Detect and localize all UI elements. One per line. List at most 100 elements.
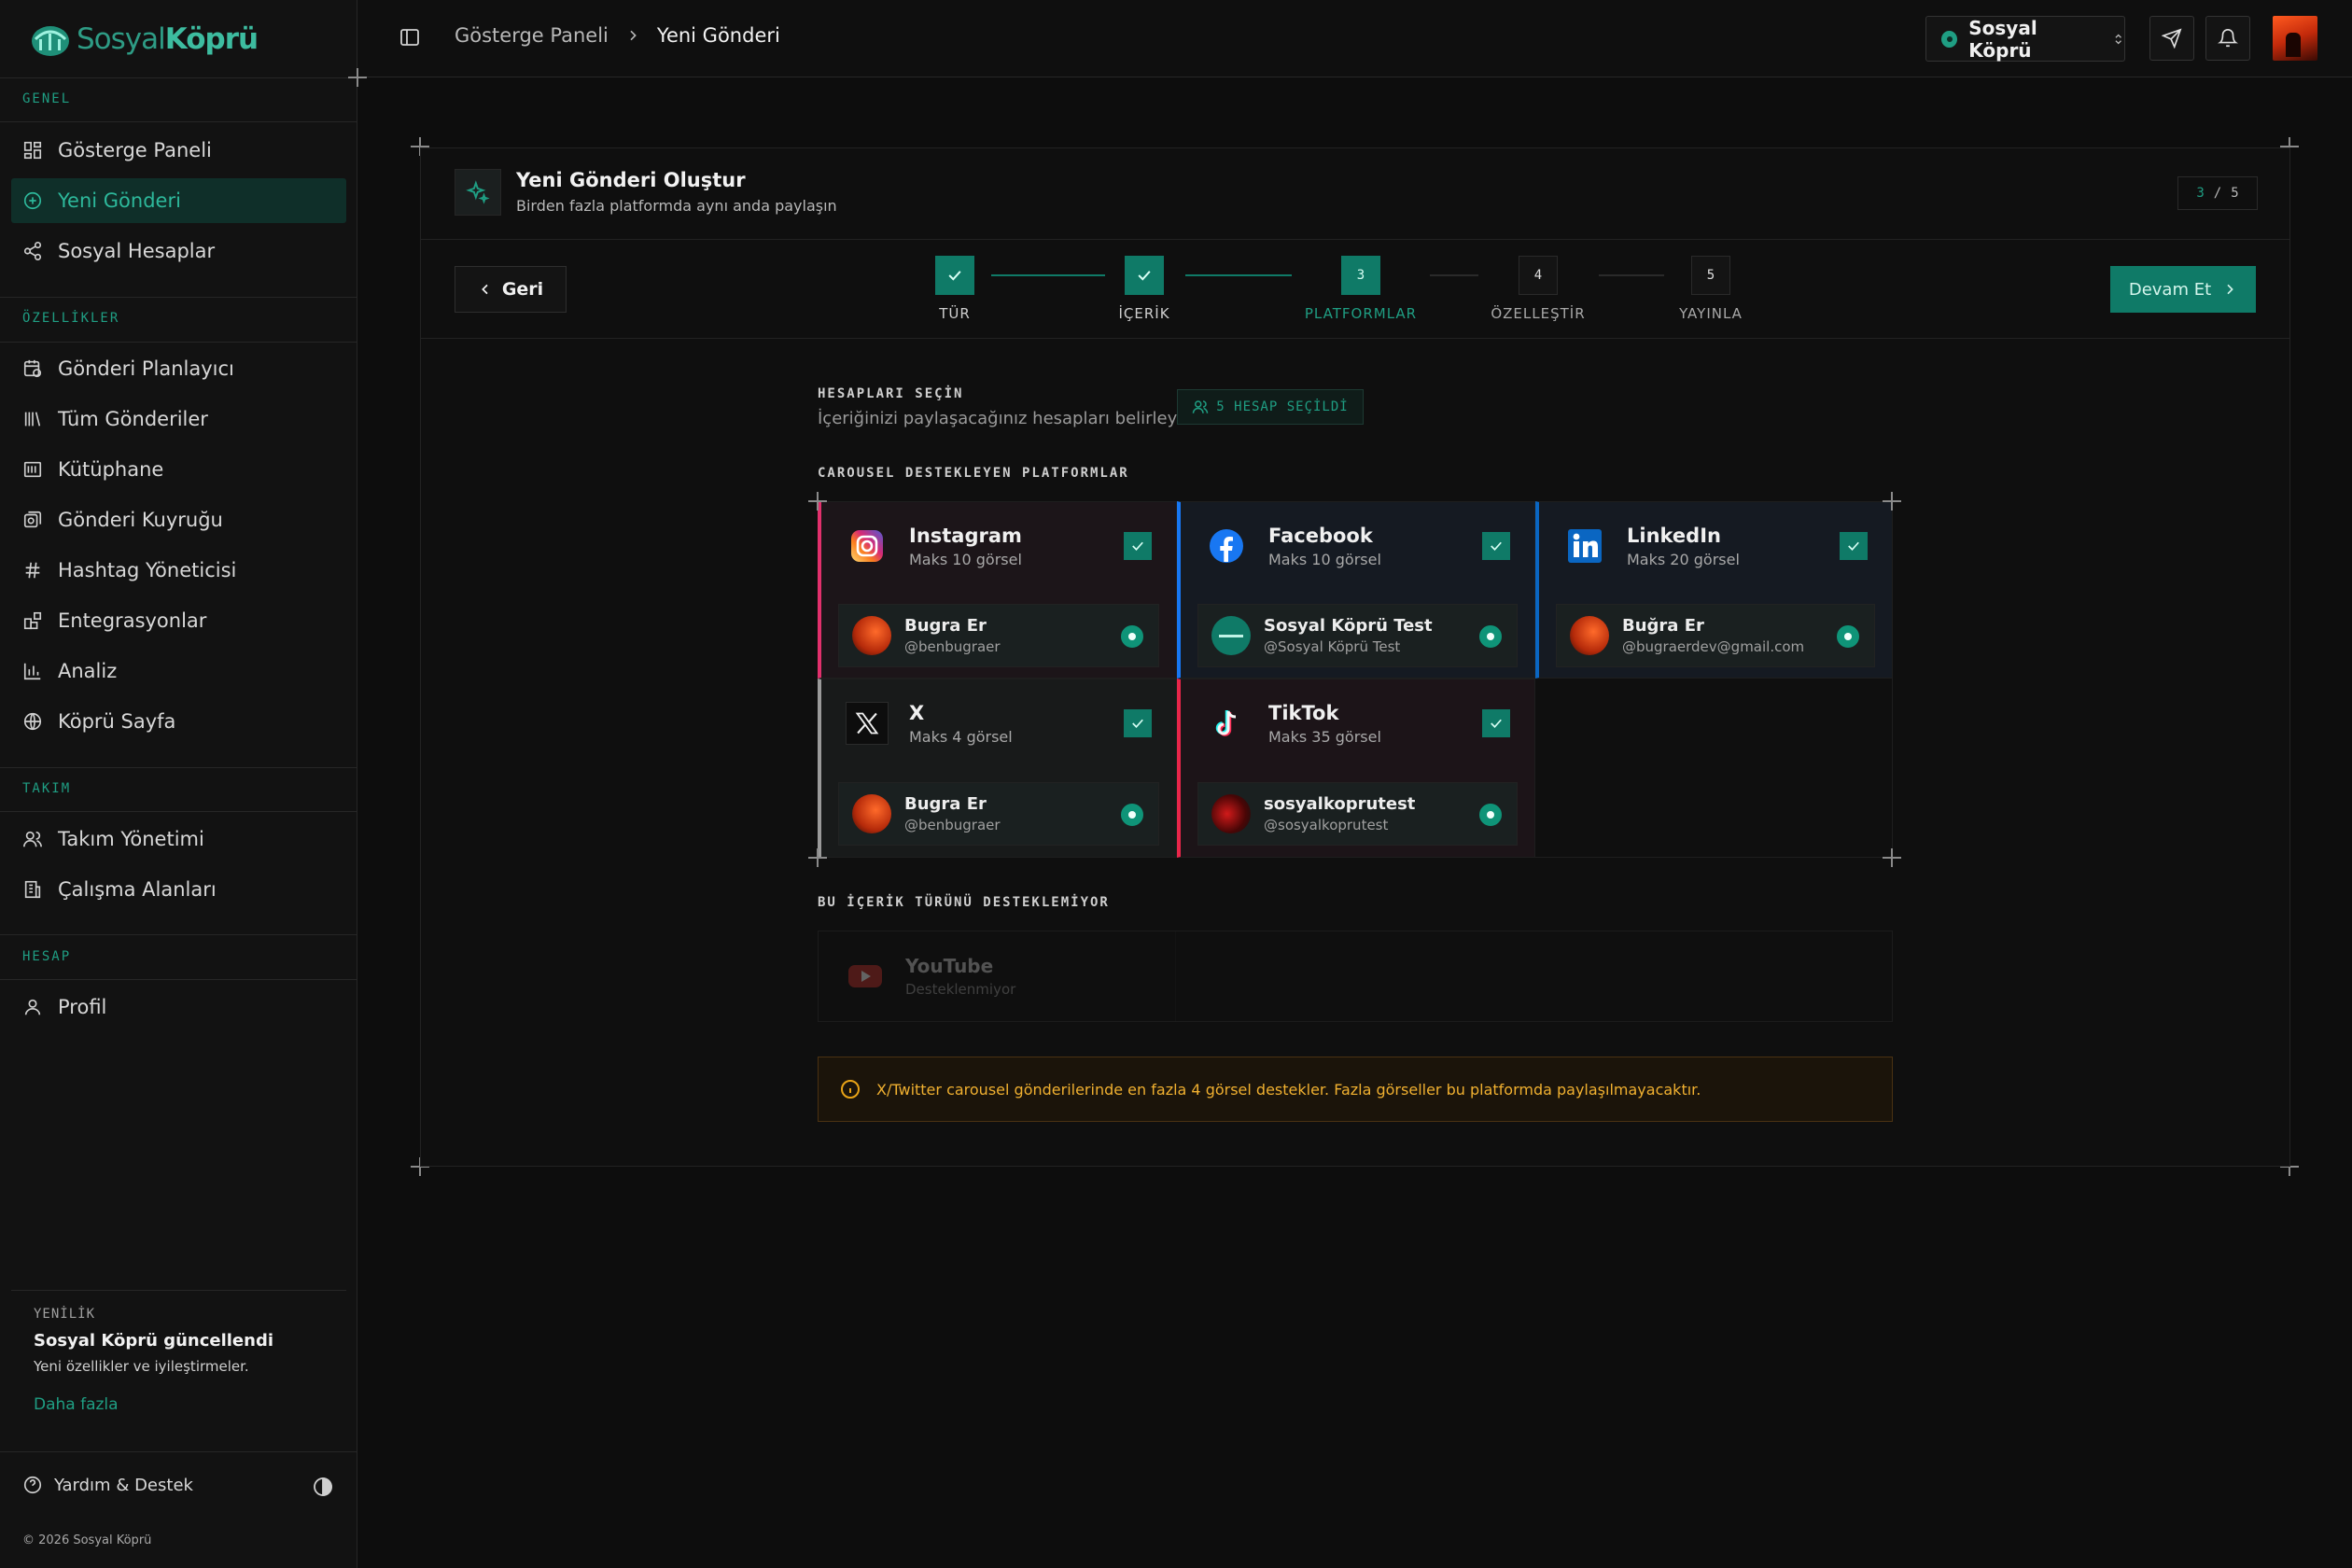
- sidebar-item-label: Profil: [58, 996, 107, 1018]
- user-avatar[interactable]: [2273, 16, 2317, 61]
- unsupported-heading: BU İÇERİK TÜRÜNÜ DESTEKLEMİYOR: [818, 895, 1110, 910]
- workspace-selector[interactable]: Sosyal Köprü: [1925, 16, 2125, 62]
- account-radio[interactable]: [1121, 804, 1143, 826]
- sidebar-item-scheduler[interactable]: Gönderi Planlayıcı: [11, 346, 346, 391]
- sidebar-item-workspaces[interactable]: Çalışma Alanları: [11, 867, 346, 912]
- step-counter: 3 / 5: [2177, 176, 2258, 210]
- users-icon: [1193, 400, 1209, 413]
- account-row[interactable]: Buğra Er @bugraerdev@gmail.com: [1556, 604, 1875, 667]
- check-icon: [1848, 541, 1859, 551]
- platform-checkbox[interactable]: [1124, 532, 1152, 560]
- warning-alert: X/Twitter carousel gönderilerinde en faz…: [818, 1057, 1893, 1122]
- help-link[interactable]: Yardım & Destek: [22, 1475, 193, 1495]
- platform-max: Maks 10 görsel: [1268, 550, 1381, 568]
- theme-toggle[interactable]: [312, 1476, 334, 1502]
- section-title-team: TAKIM: [22, 781, 72, 796]
- platform-checkbox[interactable]: [1840, 532, 1868, 560]
- platform-card-tiktok[interactable]: TikTok Maks 35 görsel sosyalkoprutest @sos…: [1177, 679, 1535, 858]
- corner-marker: [1883, 848, 1901, 867]
- account-radio[interactable]: [1121, 625, 1143, 648]
- app-logo[interactable]: SosyalKöprü: [30, 17, 259, 62]
- platform-card-youtube: YouTube Desteklenmiyor: [818, 931, 1176, 1022]
- platform-card-linkedin[interactable]: LinkedIn Maks 20 görsel Buğra Er @bugraerd…: [1535, 501, 1893, 679]
- platform-name: Facebook: [1268, 524, 1373, 547]
- account-row[interactable]: Bugra Er @benbugraer: [838, 782, 1159, 846]
- platform-checkbox[interactable]: [1482, 532, 1510, 560]
- step-4-indicator: 4: [1519, 256, 1558, 295]
- account-radio[interactable]: [1837, 625, 1859, 648]
- platform-status: Desteklenmiyor: [905, 981, 1016, 998]
- top-header: Gösterge Paneli Yeni Gönderi Sosyal Köpr…: [357, 0, 2352, 77]
- chevron-left-icon: [481, 284, 488, 295]
- step-5-indicator: 5: [1691, 256, 1730, 295]
- sidebar-item-label: Gönderi Planlayıcı: [58, 357, 234, 380]
- news-link[interactable]: Daha fazla: [34, 1395, 332, 1414]
- calendar-clock-icon: [23, 359, 42, 378]
- sidebar-item-library[interactable]: Kütüphane: [11, 447, 346, 492]
- sidebar-item-label: Kütüphane: [58, 458, 164, 481]
- account-handle: @benbugraer: [904, 817, 1001, 833]
- library-icon: [24, 412, 41, 427]
- account-radio[interactable]: [1479, 804, 1502, 826]
- bridge-logo-icon: [32, 26, 69, 56]
- account-row[interactable]: Bugra Er @benbugraer: [838, 604, 1159, 667]
- sidebar-toggle[interactable]: [399, 26, 421, 52]
- warning-text: X/Twitter carousel gönderilerinde en faz…: [876, 1080, 1701, 1099]
- sidebar-item-label: Analiz: [58, 660, 118, 682]
- check-icon: [1491, 541, 1502, 551]
- back-button[interactable]: Geri: [455, 266, 567, 313]
- platform-card-instagram[interactable]: Instagram Maks 10 görsel Bugra Er @benbugr…: [818, 501, 1177, 679]
- theme-contrast-icon: [314, 1477, 332, 1496]
- platform-name: LinkedIn: [1627, 524, 1721, 547]
- step-counter-total: 5: [2231, 186, 2239, 201]
- sidebar-item-label: Sosyal Hesaplar: [58, 240, 216, 262]
- platform-card-x[interactable]: X Maks 4 görsel Bugra Er @benbugraer: [818, 679, 1177, 858]
- news-desc: Yeni özellikler ve iyileştirmeler.: [34, 1358, 249, 1375]
- sidebar-item-dashboard[interactable]: Gösterge Paneli: [11, 128, 346, 173]
- step-counter-sep: /: [2213, 186, 2222, 201]
- platform-max: Maks 10 görsel: [909, 550, 1022, 568]
- carousel-heading: CAROUSEL DESTEKLEYEN PLATFORMLAR: [818, 466, 1129, 481]
- notifications-button[interactable]: [2205, 16, 2250, 61]
- sidebar-item-integrations[interactable]: Entegrasyonlar: [11, 598, 346, 643]
- archive-icon: [23, 461, 42, 478]
- queue-icon: [23, 511, 42, 528]
- check-icon: [1491, 719, 1502, 728]
- platform-card-facebook[interactable]: Facebook Maks 10 görsel Sosyal Köprü Test…: [1177, 501, 1535, 679]
- account-radio[interactable]: [1479, 625, 1502, 648]
- breadcrumb-root[interactable]: Gösterge Paneli: [455, 24, 609, 47]
- sparkles-icon: [466, 180, 490, 204]
- platform-name: Instagram: [909, 524, 1022, 547]
- dashboard-icon: [23, 141, 42, 160]
- chevron-right-icon: [630, 30, 637, 41]
- workspace-status-dot: [1941, 30, 1958, 48]
- account-avatar: [852, 794, 891, 833]
- x-icon: [855, 712, 879, 735]
- account-row[interactable]: Sosyal Köprü Test @Sosyal Köprü Test: [1197, 604, 1518, 667]
- sidebar-item-label: Gönderi Kuyruğu: [58, 509, 223, 531]
- send-button[interactable]: [2149, 16, 2194, 61]
- step-3-indicator: 3: [1341, 256, 1380, 295]
- sidebar-item-social-accounts[interactable]: Sosyal Hesaplar: [11, 229, 346, 273]
- sidebar-item-label: Gösterge Paneli: [58, 139, 212, 161]
- account-row[interactable]: sosyalkoprutest @sosyalkoprutest: [1197, 782, 1518, 846]
- sidebar-item-all-posts[interactable]: Tüm Gönderiler: [11, 397, 346, 441]
- corner-marker: [808, 848, 827, 867]
- account-handle: @benbugraer: [904, 638, 1001, 655]
- step-5-label: YAYINLA: [1679, 305, 1743, 322]
- breadcrumb: Gösterge Paneli Yeni Gönderi: [455, 24, 780, 47]
- sidebar-item-profile[interactable]: Profil: [11, 985, 346, 1029]
- account-avatar: [1211, 616, 1251, 655]
- step-connector: [1599, 274, 1664, 276]
- account-name: Sosyal Köprü Test: [1264, 616, 1433, 636]
- blocks-icon: [23, 611, 42, 630]
- sidebar-item-new-post[interactable]: Yeni Gönderi: [11, 178, 346, 223]
- sidebar-item-bridge-page[interactable]: Köprü Sayfa: [11, 699, 346, 744]
- platform-checkbox[interactable]: [1482, 709, 1510, 737]
- sidebar-item-queue[interactable]: Gönderi Kuyruğu: [11, 497, 346, 542]
- next-button[interactable]: Devam Et: [2110, 266, 2256, 313]
- sidebar-item-hashtag[interactable]: Hashtag Yöneticisi: [11, 548, 346, 593]
- sidebar-item-analytics[interactable]: Analiz: [11, 649, 346, 693]
- sidebar-item-team[interactable]: Takım Yönetimi: [11, 817, 346, 861]
- platform-checkbox[interactable]: [1124, 709, 1152, 737]
